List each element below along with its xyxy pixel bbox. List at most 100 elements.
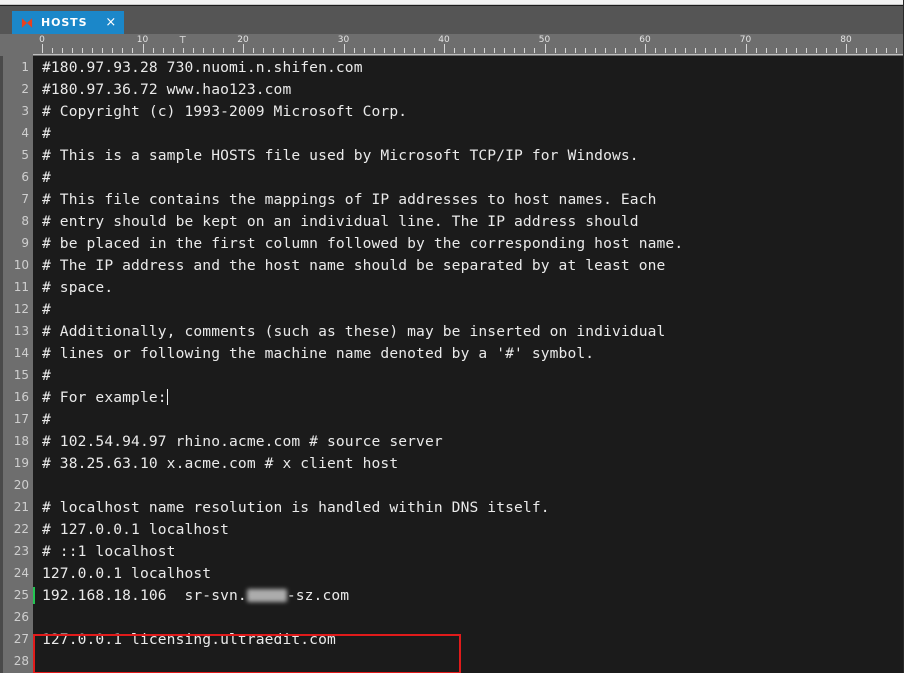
- ruler-tick: [484, 48, 486, 53]
- ruler-number: 60: [639, 35, 651, 45]
- line-text[interactable]: #: [33, 301, 904, 318]
- editor-line[interactable]: 18 # 102.54.94.97 rhino.acme.com # source…: [0, 430, 904, 452]
- line-text[interactable]: # The IP address and the host name shoul…: [33, 257, 904, 274]
- ruler-tick: [403, 48, 405, 53]
- ruler-tick: [444, 44, 445, 53]
- ruler-tick: [514, 48, 516, 53]
- ruler-tick: [142, 44, 144, 53]
- editor-line[interactable]: 9 # be placed in the first column followe…: [0, 232, 904, 254]
- editor-line[interactable]: 22 # 127.0.0.1 localhost: [0, 518, 904, 540]
- editor-line[interactable]: 4 #: [0, 122, 904, 144]
- line-text[interactable]: # space.: [33, 279, 904, 296]
- ruler-tick: [544, 44, 546, 53]
- ruler-tick: [212, 48, 214, 53]
- line-text[interactable]: # This is a sample HOSTS file used by Mi…: [33, 147, 904, 164]
- ruler-tick: [323, 48, 325, 53]
- line-text-segment: #180.97.93.28 730.nuomi.n.shifen.com: [42, 58, 363, 76]
- line-number: 8: [21, 214, 29, 228]
- ruler-tick: [866, 48, 868, 53]
- horizontal-ruler[interactable]: 0 10 20 30 40 50 60 70 80 T: [0, 34, 904, 56]
- editor-line[interactable]: 24 127.0.0.1 localhost: [0, 562, 904, 584]
- ruler-tick: [82, 48, 84, 53]
- text-editor-area[interactable]: 1 #180.97.93.28 730.nuomi.n.shifen.com 2 #1…: [0, 56, 904, 673]
- editor-line[interactable]: 15 #: [0, 364, 904, 386]
- line-text-segment: # entry should be kept on an individual …: [42, 212, 639, 230]
- line-text[interactable]: #: [33, 411, 904, 428]
- line-text[interactable]: #180.97.93.28 730.nuomi.n.shifen.com: [33, 59, 904, 76]
- editor-line[interactable]: 25 192.168.18.106 sr-svn. -sz.com: [0, 584, 904, 606]
- line-text[interactable]: #: [33, 125, 904, 142]
- line-text-segment: 127.0.0.1 licensing.ultraedit.com: [42, 630, 336, 648]
- document-tab-bar: HOSTS ×: [0, 6, 904, 34]
- line-text[interactable]: # ::1 localhost: [33, 543, 904, 560]
- line-text[interactable]: # Copyright (c) 1993-2009 Microsoft Corp…: [33, 103, 904, 120]
- editor-line[interactable]: 6 #: [0, 166, 904, 188]
- ruler-tick: [122, 48, 124, 53]
- ruler-tick: [353, 48, 355, 53]
- ruler-tick: [584, 48, 586, 53]
- line-text[interactable]: # entry should be kept on an individual …: [33, 213, 904, 230]
- line-text[interactable]: #: [33, 367, 904, 384]
- editor-line[interactable]: 3 # Copyright (c) 1993-2009 Microsoft Cor…: [0, 100, 904, 122]
- line-text[interactable]: 127.0.0.1 localhost: [33, 565, 904, 582]
- editor-line[interactable]: 5 # This is a sample HOSTS file used by M…: [0, 144, 904, 166]
- editor-line[interactable]: 1 #180.97.93.28 730.nuomi.n.shifen.com: [0, 56, 904, 78]
- line-number: 16: [13, 390, 29, 404]
- line-text[interactable]: 127.0.0.1 licensing.ultraedit.com: [33, 631, 904, 648]
- editor-line[interactable]: 20: [0, 474, 904, 496]
- ruler-tick: [474, 48, 476, 53]
- line-text[interactable]: # 127.0.0.1 localhost: [33, 521, 904, 538]
- editor-line[interactable]: 2 #180.97.36.72 www.hao123.com: [0, 78, 904, 100]
- editor-line[interactable]: 26: [0, 606, 904, 628]
- line-text[interactable]: #: [33, 169, 904, 186]
- editor-line[interactable]: 12 #: [0, 298, 904, 320]
- line-text[interactable]: 192.168.18.106 sr-svn. -sz.com: [33, 587, 904, 604]
- line-text[interactable]: # Additionally, comments (such as these)…: [33, 323, 904, 340]
- ruler-number: 30: [337, 35, 350, 45]
- ruler-tick: [263, 48, 265, 53]
- ruler-tick: [162, 48, 164, 53]
- line-text[interactable]: # 102.54.94.97 rhino.acme.com # source s…: [33, 433, 904, 450]
- editor-line[interactable]: 21 # localhost name resolution is handled…: [0, 496, 904, 518]
- editor-line[interactable]: 28: [0, 650, 904, 672]
- ruler-tick: [614, 48, 616, 53]
- ruler-tab-stop-marker[interactable]: T: [180, 35, 186, 46]
- ruler-tick: [594, 48, 596, 53]
- close-icon[interactable]: ×: [105, 16, 116, 29]
- editor-line[interactable]: 10 # The IP address and the host name sho…: [0, 254, 904, 276]
- editor-line[interactable]: 23 # ::1 localhost: [0, 540, 904, 562]
- line-number: 3: [21, 104, 29, 118]
- ruler-number: 50: [538, 35, 551, 45]
- line-number: 10: [13, 258, 29, 272]
- line-text[interactable]: # For example:: [33, 388, 904, 406]
- ruler-tick: [253, 48, 255, 53]
- editor-line[interactable]: 13 # Additionally, comments (such as thes…: [0, 320, 904, 342]
- ruler-tick: [92, 48, 94, 53]
- editor-line[interactable]: 14 # lines or following the machine name …: [0, 342, 904, 364]
- editor-line[interactable]: 16 # For example:: [0, 386, 904, 408]
- line-text-segment: #: [42, 124, 51, 142]
- line-number: 6: [21, 170, 29, 184]
- ruler-tick: [454, 48, 456, 53]
- line-text[interactable]: # 38.25.63.10 x.acme.com # x client host: [33, 455, 904, 472]
- tab-hosts[interactable]: HOSTS ×: [12, 11, 125, 34]
- line-text[interactable]: # lines or following the machine name de…: [33, 345, 904, 362]
- ruler-tick: [534, 48, 536, 53]
- editor-line[interactable]: 19 # 38.25.63.10 x.acme.com # x client ho…: [0, 452, 904, 474]
- editor-line[interactable]: 27 127.0.0.1 licensing.ultraedit.com: [0, 628, 904, 650]
- ruler-tick: [604, 48, 606, 53]
- editor-line[interactable]: 11 # space.: [0, 276, 904, 298]
- ruler-number: 0: [39, 35, 45, 45]
- line-text[interactable]: # localhost name resolution is handled w…: [33, 499, 904, 516]
- line-text[interactable]: # be placed in the first column followed…: [33, 235, 904, 252]
- editor-line[interactable]: 17 #: [0, 408, 904, 430]
- line-number: 7: [21, 192, 29, 206]
- line-text[interactable]: # This file contains the mappings of IP …: [33, 191, 904, 208]
- editor-line[interactable]: 7 # This file contains the mappings of IP…: [0, 188, 904, 210]
- line-text-segment: #: [42, 410, 51, 428]
- line-text[interactable]: #180.97.36.72 www.hao123.com: [33, 81, 904, 98]
- editor-line[interactable]: 8 # entry should be kept on an individual…: [0, 210, 904, 232]
- ruler-number: 10: [136, 35, 149, 45]
- ruler-ticks: 0 10 20 30 40 50 60 70 80 T: [0, 34, 904, 53]
- line-text-segment: # localhost name resolution is handled w…: [42, 498, 550, 516]
